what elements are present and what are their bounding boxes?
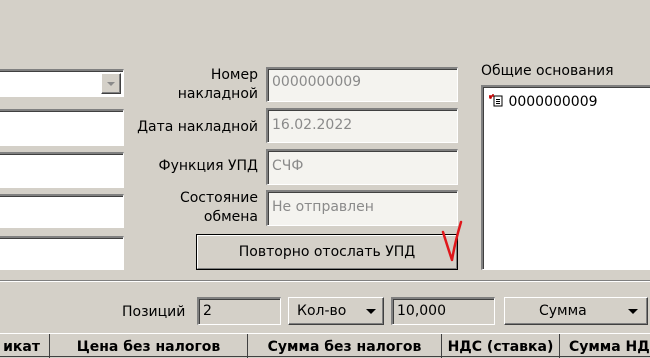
resend-upd-button[interactable]: Повторно отослать УПД — [196, 234, 458, 270]
left-field-1[interactable] — [0, 109, 124, 146]
exchange-state-label: Состояние обмена — [150, 190, 258, 225]
invoice-date-value: 16.02.2022 — [272, 117, 353, 133]
red-checkmark-annotation — [441, 220, 463, 262]
left-field-3[interactable] — [0, 194, 124, 228]
exchange-state-label-line1: Состояние — [179, 190, 258, 206]
invoice-date-label: Дата накладной — [137, 119, 258, 135]
qty-dropdown-label: Кол-во — [297, 303, 347, 319]
column-header-price[interactable]: Цена без налогов — [50, 334, 248, 358]
left-field-2[interactable] — [0, 152, 124, 188]
general-bases-list[interactable]: 0000000009 — [481, 85, 650, 270]
list-item-label: 0000000009 — [508, 94, 598, 110]
qty-total-field[interactable]: 10,000 — [391, 297, 495, 325]
invoice-number-label-line1: Номер — [210, 67, 258, 83]
sum-dropdown-button[interactable]: Сумма — [504, 297, 648, 325]
panel-separator — [0, 280, 650, 282]
invoice-number-value: 0000000009 — [272, 74, 362, 90]
positions-label: Позиций — [122, 304, 186, 320]
chevron-down-icon — [366, 309, 376, 314]
column-header-vat-rate[interactable]: НДС (ставка) — [442, 334, 560, 358]
exchange-state-field[interactable]: Не отправлен — [266, 190, 458, 226]
list-item[interactable]: 0000000009 — [488, 92, 598, 110]
exchange-state-label-line2: обмена — [203, 209, 258, 225]
combobox-dropdown-button[interactable] — [101, 73, 121, 94]
qty-total-value: 10,000 — [397, 303, 446, 319]
upd-function-label: Функция УПД — [158, 158, 258, 174]
invoice-number-label: Номер накладной — [150, 67, 258, 102]
sum-dropdown-label: Сумма — [539, 303, 587, 319]
exchange-state-value: Не отправлен — [272, 199, 374, 215]
invoice-date-field[interactable]: 16.02.2022 — [266, 108, 458, 143]
invoice-number-label-line2: накладной — [177, 86, 258, 102]
upd-function-field[interactable]: СЧФ — [266, 149, 458, 185]
column-header-vat-sum[interactable]: Сумма НДС — [560, 334, 650, 358]
upd-function-value: СЧФ — [272, 158, 304, 174]
positions-value: 2 — [203, 303, 212, 319]
resend-upd-button-label: Повторно отослать УПД — [238, 244, 416, 260]
left-combobox[interactable] — [0, 69, 124, 97]
qty-dropdown-button[interactable]: Кол-во — [288, 297, 384, 325]
chevron-down-icon — [628, 309, 638, 314]
general-bases-title: Общие основания — [481, 63, 614, 79]
column-header-partial[interactable]: икат — [0, 334, 50, 358]
positions-field[interactable]: 2 — [197, 297, 281, 325]
invoice-number-field[interactable]: 0000000009 — [266, 67, 458, 102]
document-icon — [489, 94, 503, 107]
column-header-amount[interactable]: Сумма без налогов — [248, 334, 442, 358]
chevron-down-icon — [107, 82, 115, 86]
left-field-4[interactable] — [0, 236, 124, 270]
table-header: икат Цена без налогов Сумма без налогов … — [0, 333, 650, 358]
